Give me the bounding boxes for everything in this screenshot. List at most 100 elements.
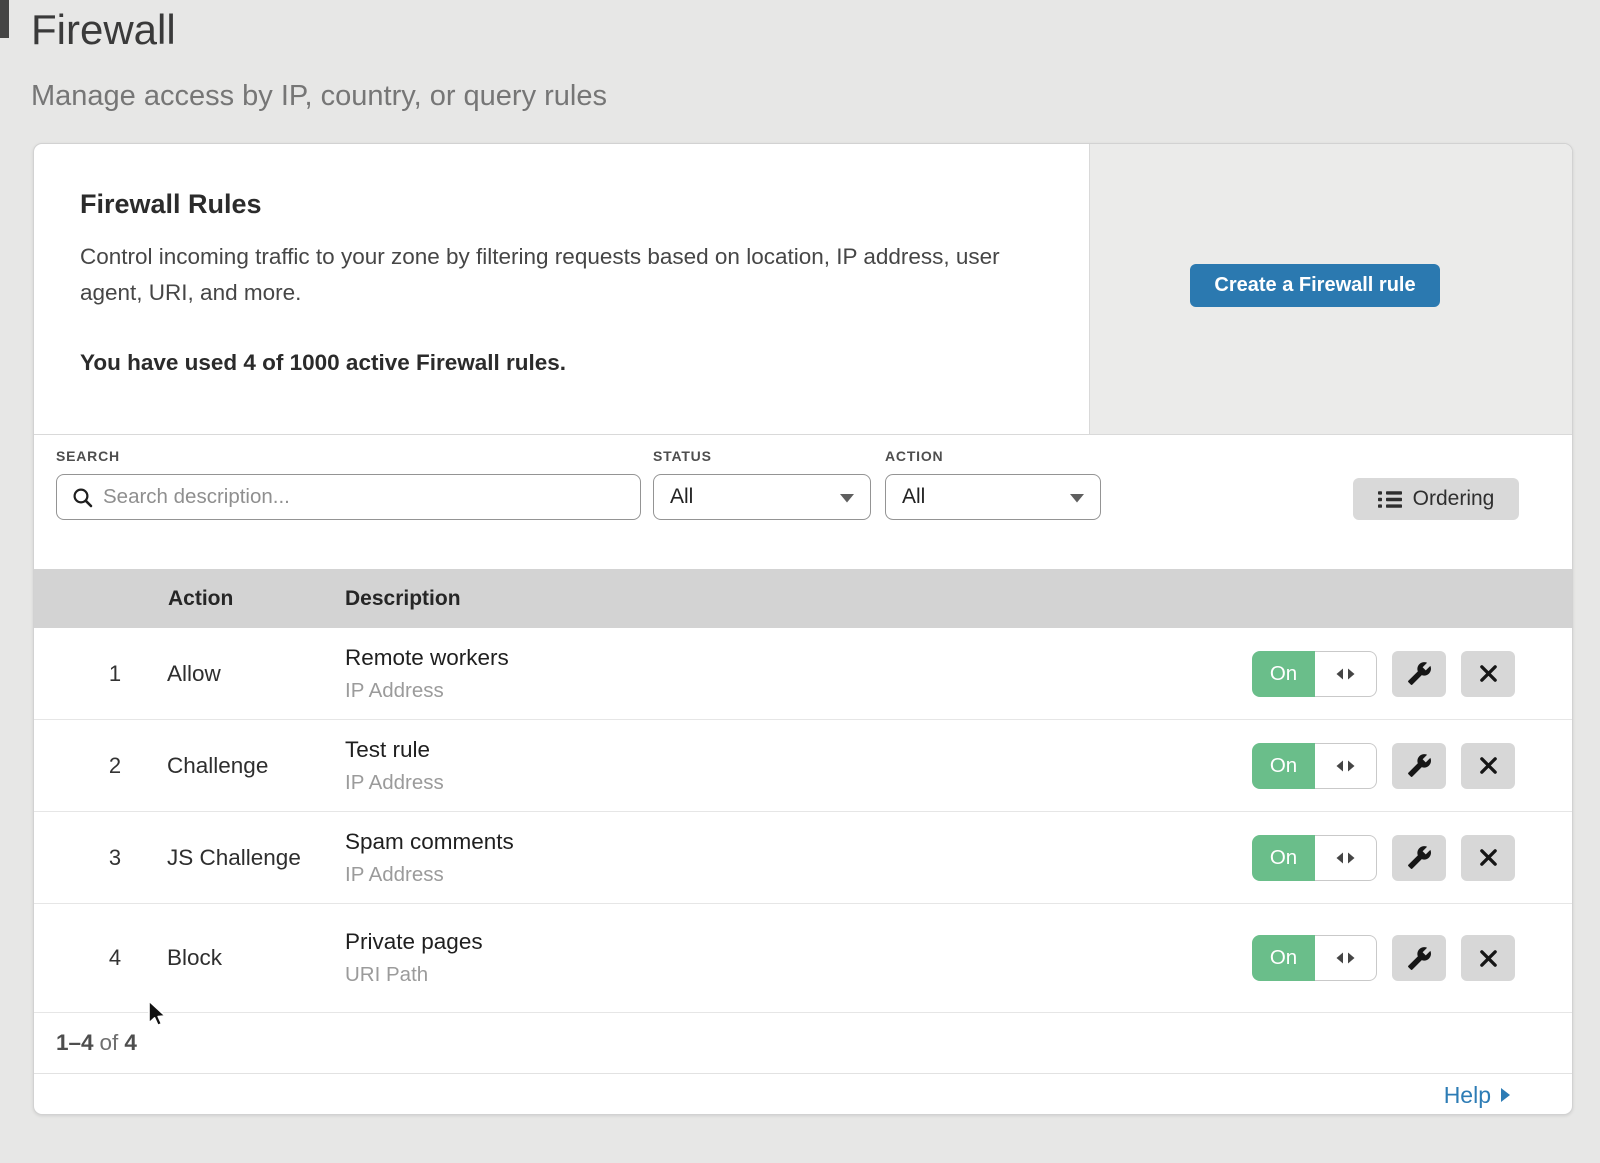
- toggle-handle: [1315, 935, 1377, 981]
- left-right-arrows-icon: [1335, 951, 1356, 965]
- ordering-button-label: Ordering: [1413, 487, 1495, 511]
- table-header: Action Description: [34, 569, 1572, 628]
- search-filter: SEARCH: [56, 448, 641, 520]
- column-header-description: Description: [345, 569, 461, 628]
- pagination: 1–4 of 4: [34, 1013, 1572, 1074]
- rule-enabled-toggle[interactable]: On: [1252, 935, 1377, 981]
- status-select[interactable]: All: [653, 474, 871, 520]
- rule-controls: On: [1252, 651, 1515, 697]
- action-label: ACTION: [885, 448, 1101, 464]
- toggle-on-label: On: [1252, 935, 1315, 981]
- firewall-page: Firewall Manage access by IP, country, o…: [0, 0, 1600, 1163]
- pagination-total: 4: [124, 1030, 137, 1056]
- delete-rule-button[interactable]: [1461, 835, 1515, 881]
- rule-description-cell: Private pages URI Path: [345, 929, 483, 987]
- edit-rule-button[interactable]: [1392, 651, 1446, 697]
- status-filter: STATUS All: [653, 448, 871, 520]
- rule-action: Challenge: [167, 753, 268, 779]
- delete-rule-button[interactable]: [1461, 935, 1515, 981]
- rule-description[interactable]: Private pages: [345, 929, 483, 955]
- pagination-range: 1–4: [56, 1030, 94, 1056]
- toggle-on-label: On: [1252, 835, 1315, 881]
- rule-description[interactable]: Test rule: [345, 737, 444, 763]
- firewall-rule-row: 1 Allow Remote workers IP Address On: [34, 628, 1572, 720]
- rule-action: Allow: [167, 661, 221, 687]
- wrench-icon: [1407, 753, 1432, 778]
- page-subtitle: Manage access by IP, country, or query r…: [31, 80, 607, 113]
- rule-enabled-toggle[interactable]: On: [1252, 743, 1377, 789]
- left-right-arrows-icon: [1335, 759, 1356, 773]
- rule-controls: On: [1252, 935, 1515, 981]
- help-bar: Help: [34, 1074, 1572, 1115]
- x-icon: [1478, 755, 1499, 776]
- ordered-list-icon: [1378, 490, 1402, 509]
- status-select-value: All: [670, 485, 693, 509]
- x-icon: [1478, 663, 1499, 684]
- action-select[interactable]: All: [885, 474, 1101, 520]
- left-right-arrows-icon: [1335, 851, 1356, 865]
- x-icon: [1478, 948, 1499, 969]
- info-heading: Firewall Rules: [80, 189, 262, 220]
- rule-description-cell: Test rule IP Address: [345, 737, 444, 795]
- rule-description-cell: Spam comments IP Address: [345, 829, 514, 887]
- rule-controls: On: [1252, 835, 1515, 881]
- page-title: Firewall: [31, 6, 176, 54]
- filters-section: SEARCH STATUS All: [34, 435, 1572, 569]
- rule-controls: On: [1252, 743, 1515, 789]
- rule-description-cell: Remote workers IP Address: [345, 645, 509, 703]
- ordering-button[interactable]: Ordering: [1353, 478, 1519, 520]
- edit-rule-button[interactable]: [1392, 835, 1446, 881]
- firewall-rule-row: 4 Block Private pages URI Path On: [34, 904, 1572, 1013]
- toggle-on-label: On: [1252, 651, 1315, 697]
- status-label: STATUS: [653, 448, 871, 464]
- action-select-value: All: [902, 485, 925, 509]
- left-right-arrows-icon: [1335, 667, 1356, 681]
- search-input-wrapper: [56, 474, 641, 520]
- wrench-icon: [1407, 845, 1432, 870]
- rule-priority: 2: [92, 753, 138, 779]
- rule-field: URI Path: [345, 963, 483, 987]
- column-header-action: Action: [168, 569, 233, 628]
- create-firewall-rule-button[interactable]: Create a Firewall rule: [1190, 264, 1440, 307]
- search-label: SEARCH: [56, 448, 641, 464]
- create-rule-panel: Create a Firewall rule: [1089, 144, 1572, 434]
- chevron-right-icon: [1500, 1087, 1511, 1103]
- info-section: Firewall Rules Control incoming traffic …: [34, 144, 1572, 435]
- window-edge-artifact: [0, 0, 9, 38]
- rule-field: IP Address: [345, 863, 514, 887]
- delete-rule-button[interactable]: [1461, 743, 1515, 789]
- info-description: Control incoming traffic to your zone by…: [80, 239, 1030, 311]
- rule-priority: 1: [92, 661, 138, 687]
- firewall-rule-row: 3 JS Challenge Spam comments IP Address …: [34, 812, 1572, 904]
- rule-enabled-toggle[interactable]: On: [1252, 835, 1377, 881]
- toggle-handle: [1315, 651, 1377, 697]
- edit-rule-button[interactable]: [1392, 935, 1446, 981]
- wrench-icon: [1407, 946, 1432, 971]
- rule-field: IP Address: [345, 771, 444, 795]
- delete-rule-button[interactable]: [1461, 651, 1515, 697]
- rule-description[interactable]: Spam comments: [345, 829, 514, 855]
- rule-action: Block: [167, 945, 222, 971]
- help-link[interactable]: Help: [1444, 1082, 1511, 1109]
- toggle-handle: [1315, 835, 1377, 881]
- wrench-icon: [1407, 661, 1432, 686]
- rule-enabled-toggle[interactable]: On: [1252, 651, 1377, 697]
- pagination-of: of: [100, 1030, 119, 1056]
- chevron-down-icon: [840, 494, 854, 503]
- rule-priority: 4: [92, 945, 138, 971]
- x-icon: [1478, 847, 1499, 868]
- help-label: Help: [1444, 1082, 1491, 1109]
- chevron-down-icon: [1070, 494, 1084, 503]
- rule-action: JS Challenge: [167, 845, 301, 871]
- rule-description[interactable]: Remote workers: [345, 645, 509, 671]
- search-input[interactable]: [57, 475, 640, 519]
- usage-text: You have used 4 of 1000 active Firewall …: [80, 350, 566, 376]
- firewall-rule-row: 2 Challenge Test rule IP Address On: [34, 720, 1572, 812]
- edit-rule-button[interactable]: [1392, 743, 1446, 789]
- toggle-handle: [1315, 743, 1377, 789]
- firewall-rules-card: Firewall Rules Control incoming traffic …: [33, 143, 1573, 1115]
- toggle-on-label: On: [1252, 743, 1315, 789]
- action-filter: ACTION All: [885, 448, 1101, 520]
- rules-list: 1 Allow Remote workers IP Address On: [34, 628, 1572, 1013]
- rule-priority: 3: [92, 845, 138, 871]
